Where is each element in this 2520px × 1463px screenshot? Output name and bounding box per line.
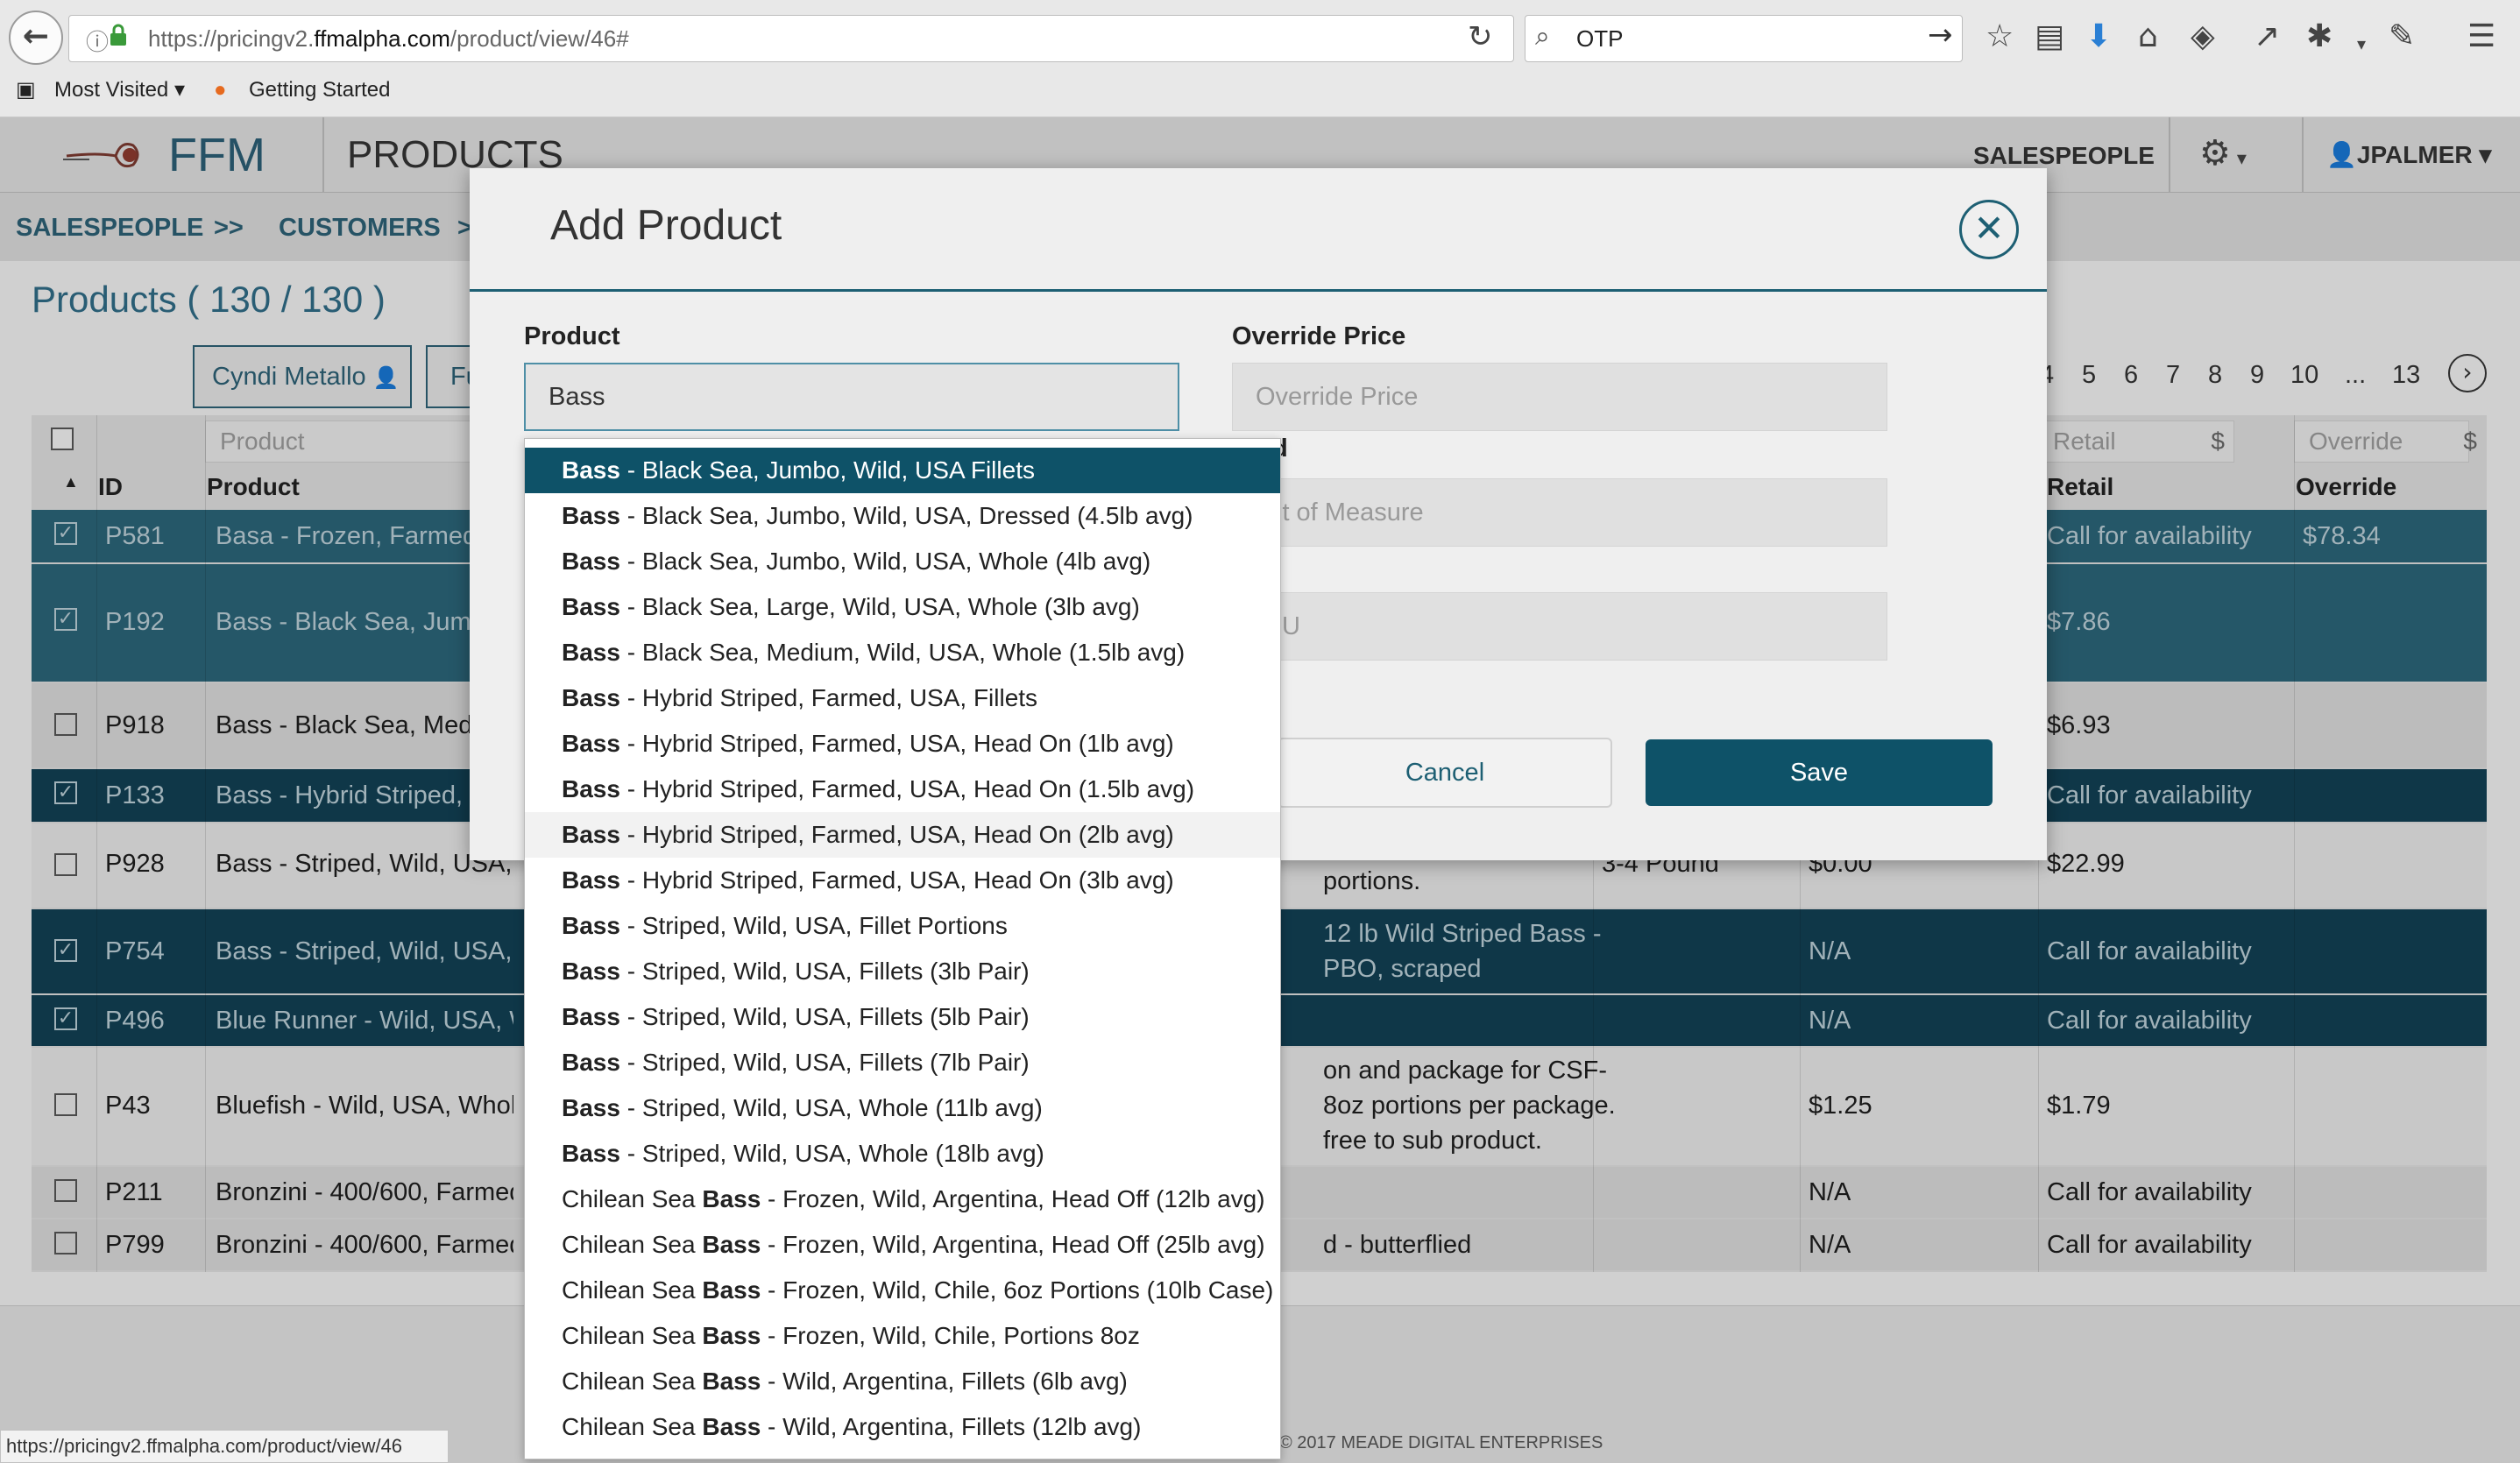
pocket-icon[interactable]: ◈ xyxy=(2191,19,2215,54)
list-item[interactable]: Bass - Striped, Wild, USA, Whole (11lb a… xyxy=(525,1085,1280,1131)
list-item[interactable]: Bass - Striped, Wild, USA, Fillets (7lb … xyxy=(525,1040,1280,1085)
product-autocomplete-list: Bass - Black Sea, Jumbo, Wild, USA Fille… xyxy=(524,438,1281,1459)
list-item[interactable]: Chilean Sea Bass - Frozen, Wild, Chile, … xyxy=(525,1268,1280,1313)
list-item[interactable]: Chilean Sea Bass - Wild, Argentina, Fill… xyxy=(525,1404,1280,1450)
cancel-button[interactable]: Cancel xyxy=(1278,738,1612,808)
list-item[interactable]: Bass - Striped, Wild, USA, Fillets (5lb … xyxy=(525,994,1280,1040)
list-item[interactable]: Chilean Sea Bass - Frozen, Wild, Chile, … xyxy=(525,1313,1280,1359)
list-item[interactable]: Bass - Striped, Wild, USA, Fillets (3lb … xyxy=(525,949,1280,994)
download-icon[interactable]: ⬇ xyxy=(2085,19,2112,54)
list-item[interactable]: Bass - Hybrid Striped, Farmed, USA, Head… xyxy=(525,858,1280,903)
browser-search-input[interactable]: OTP xyxy=(1525,15,1963,62)
search-go-arrow-icon[interactable]: → xyxy=(1928,18,1953,53)
bookmark-getting-started[interactable]: Getting Started xyxy=(249,77,390,103)
search-icon: ⌕ xyxy=(1535,21,1550,52)
list-item[interactable]: Chilean Sea Bass - Frozen, Wild, Argenti… xyxy=(525,1177,1280,1222)
list-item[interactable]: Bass - Black Sea, Medium, Wild, USA, Who… xyxy=(525,630,1280,675)
chevron-down-icon[interactable]: ▾ xyxy=(2357,26,2366,61)
reading-list-icon[interactable]: ▤ xyxy=(2035,19,2064,54)
override-price-label: Override Price xyxy=(1232,322,1406,350)
bookmark-star-icon[interactable]: ☆ xyxy=(1986,19,2014,54)
unit-of-measure-input[interactable]: it of Measure xyxy=(1232,478,1887,547)
list-item[interactable]: Bass - Black Sea, Jumbo, Wild, USA, Whol… xyxy=(525,539,1280,584)
list-item[interactable]: Bass - Black Sea, Large, Wild, USA, Whol… xyxy=(525,584,1280,630)
list-item[interactable]: Bass - Striped, Wild, USA, Whole (18lb a… xyxy=(525,1131,1280,1177)
list-item[interactable]: Bass - Hybrid Striped, Farmed, USA, Head… xyxy=(525,812,1280,858)
status-bar-url: https://pricingv2.ffmalpha.com/product/v… xyxy=(0,1430,449,1463)
firefox-icon: ● xyxy=(214,78,227,102)
reload-icon[interactable]: ↻ xyxy=(1468,19,1493,54)
modal-header-divider xyxy=(470,289,2047,292)
close-icon[interactable]: ✕ xyxy=(1959,200,2019,259)
extension-icon[interactable]: ↗ xyxy=(2254,19,2280,54)
list-item[interactable]: Bass - Hybrid Striped, Farmed, USA, Head… xyxy=(525,721,1280,767)
product-search-input[interactable]: Bass xyxy=(524,363,1179,431)
list-item[interactable]: Bass - Hybrid Striped, Farmed, USA, Head… xyxy=(525,767,1280,812)
url-bar[interactable]: https://pricingv2.ffmalpha.com/product/v… xyxy=(68,15,1514,62)
list-item[interactable]: Chilean Sea Bass - Frozen, Wild, Argenti… xyxy=(525,1222,1280,1268)
menu-icon[interactable]: ☰ xyxy=(2467,19,2495,54)
home-icon[interactable]: ⌂ xyxy=(2138,19,2158,54)
list-item[interactable]: Bass - Black Sea, Jumbo, Wild, USA Fille… xyxy=(525,448,1280,493)
list-item[interactable]: Chilean Sea Bass - Wild, Argentina, Fill… xyxy=(525,1359,1280,1404)
list-item[interactable]: Bass - Black Sea, Jumbo, Wild, USA, Dres… xyxy=(525,493,1280,539)
sku-input[interactable]: U xyxy=(1232,592,1887,661)
save-button[interactable]: Save xyxy=(1646,739,1993,806)
bug-icon[interactable]: ✱ xyxy=(2306,19,2332,54)
info-icon[interactable]: ⓘ xyxy=(86,25,109,57)
back-arrow-icon[interactable]: ← xyxy=(9,11,63,65)
override-price-input[interactable]: Override Price xyxy=(1232,363,1887,431)
product-label: Product xyxy=(524,322,620,350)
modal-title: Add Product xyxy=(550,202,782,249)
bookmark-most-visited[interactable]: Most Visited ▾ xyxy=(54,77,185,103)
bookmarks-folder-icon: ▣ xyxy=(16,78,36,102)
lock-icon xyxy=(110,24,126,46)
list-item[interactable]: Bass - Striped, Wild, USA, Fillet Portio… xyxy=(525,903,1280,949)
eyedropper-icon[interactable]: ✎ xyxy=(2389,19,2415,54)
list-item[interactable]: Bass - Hybrid Striped, Farmed, USA, Fill… xyxy=(525,675,1280,721)
